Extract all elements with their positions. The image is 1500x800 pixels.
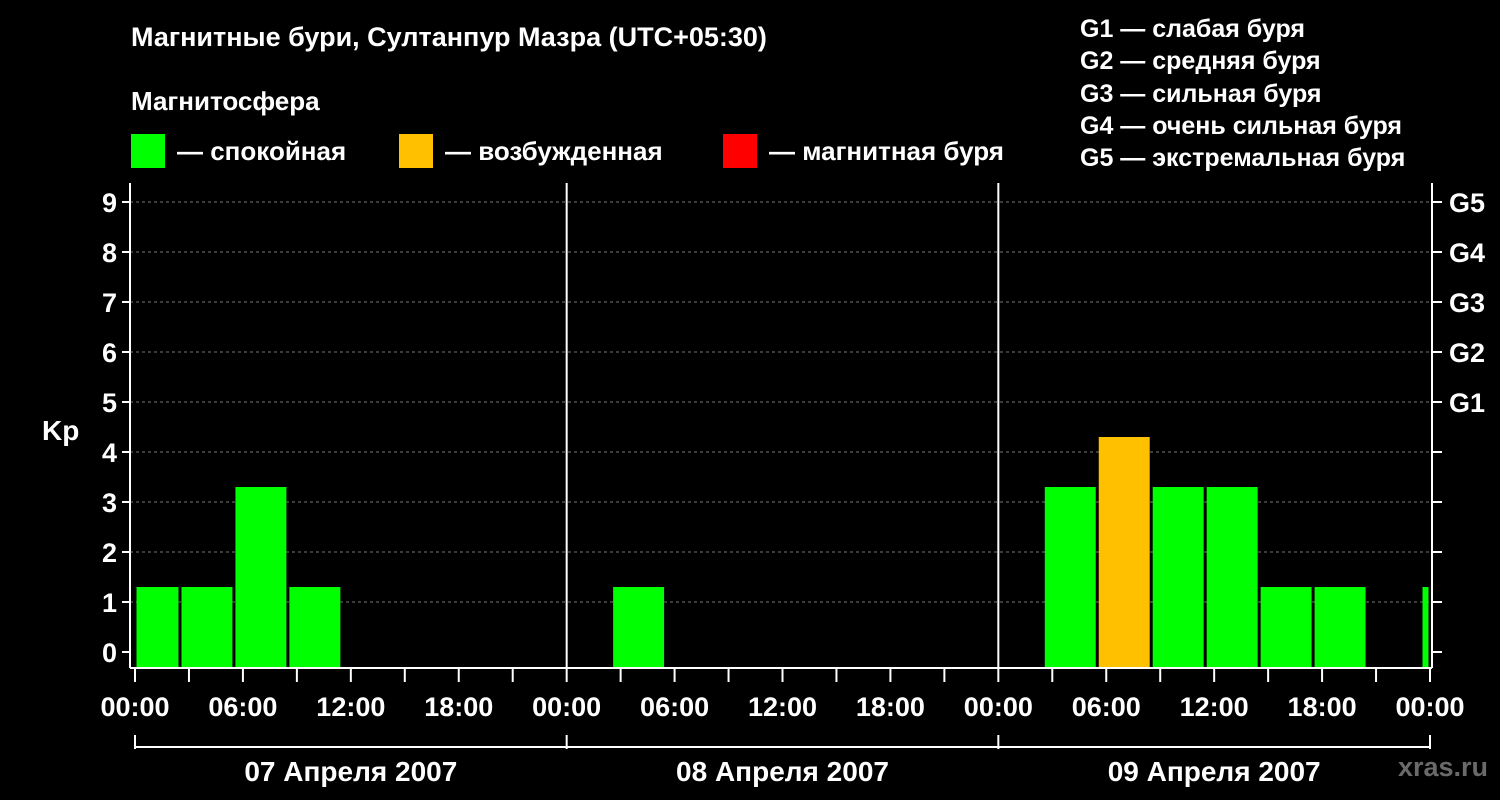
g-tick-label: G5	[1449, 188, 1485, 218]
kp-bar-1	[136, 587, 179, 668]
x-tick-label: 00:00	[532, 692, 601, 722]
y-tick-label: 6	[102, 338, 117, 368]
kp-chart: 0 1 2 3 4 5 6 7 8 9 G1 G2 G3 G4 G5 Kp 00:00 06:00 12:00 18:…	[42, 183, 1485, 787]
y-tick-label: 7	[102, 288, 117, 318]
kp-bar-11	[1314, 587, 1366, 668]
kp-bar-7	[1098, 437, 1150, 668]
y-tick-label: 1	[102, 588, 117, 618]
x-tick-label: 00:00	[964, 692, 1033, 722]
g-tick-label: G1	[1449, 388, 1485, 418]
x-tick-label: 12:00	[748, 692, 817, 722]
x-tick-label: 18:00	[1288, 692, 1357, 722]
y-tick-label: 0	[102, 638, 117, 668]
x-tick-label: 06:00	[640, 692, 709, 722]
watermark: xras.ru	[1397, 752, 1488, 782]
x-tick-label: 18:00	[856, 692, 925, 722]
y-tick-label: 5	[102, 388, 117, 418]
kp-bar-9	[1206, 487, 1258, 668]
y-tick-label: 4	[102, 438, 117, 468]
kp-bar-4	[289, 587, 341, 668]
kp-bar-12	[1422, 587, 1429, 668]
g-tick-label: G4	[1449, 238, 1485, 268]
g-tick-label: G3	[1449, 288, 1485, 318]
kp-bar-3	[235, 487, 287, 668]
x-tick-label: 06:00	[208, 692, 277, 722]
y-tick-label: 9	[102, 188, 117, 218]
x-tick-label: 12:00	[316, 692, 385, 722]
day-label: 09 Апреля 2007	[1108, 756, 1321, 787]
y-axis-label: Kp	[42, 415, 79, 446]
x-tick-label: 06:00	[1072, 692, 1141, 722]
x-tick-label: 12:00	[1180, 692, 1249, 722]
kp-bar-2	[181, 587, 233, 668]
kp-bar-6	[1044, 487, 1096, 668]
kp-bar-8	[1152, 487, 1204, 668]
y-tick-label: 8	[102, 238, 117, 268]
y-tick-label: 2	[102, 538, 117, 568]
day-label: 08 Апреля 2007	[676, 756, 889, 787]
x-tick-label: 00:00	[1395, 692, 1464, 722]
x-tick-label: 18:00	[424, 692, 493, 722]
day-label: 07 Апреля 2007	[244, 756, 457, 787]
kp-bar-10	[1260, 587, 1312, 668]
kp-bar-5	[613, 587, 665, 668]
y-tick-label: 3	[102, 488, 117, 518]
x-tick-label: 00:00	[100, 692, 169, 722]
g-tick-label: G2	[1449, 338, 1485, 368]
